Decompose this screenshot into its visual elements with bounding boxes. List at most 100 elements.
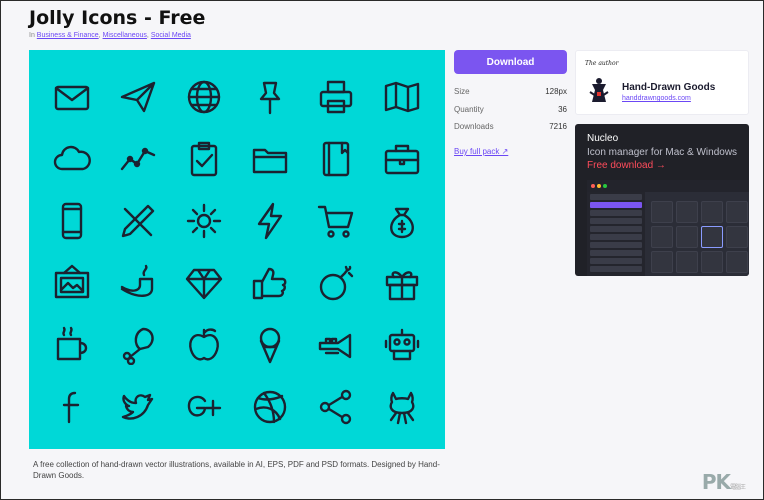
twitter-icon: [121, 393, 154, 420]
dribbble-icon: [253, 390, 287, 424]
watermark: PK電腦王: [701, 470, 746, 494]
category-link-social[interactable]: Social Media: [151, 32, 191, 39]
icon-cell: [303, 314, 369, 376]
money-bag-icon: [390, 207, 414, 239]
briefcase-icon: [384, 144, 420, 175]
tobacco-pipe-icon: [120, 264, 154, 297]
icon-cell: [39, 376, 105, 438]
icon-cell: [171, 66, 237, 128]
icon-cell: [369, 190, 435, 252]
robot-icon: [384, 328, 420, 361]
folder-icon: [252, 148, 288, 174]
picture-frame-icon: [54, 264, 90, 299]
icon-cell: [237, 66, 303, 128]
icon-cell: [39, 190, 105, 252]
author-site-link[interactable]: handdrawngoods.com: [622, 95, 691, 102]
icon-pack-preview: [29, 50, 445, 449]
buy-full-pack-link[interactable]: Buy full pack ↗: [454, 147, 508, 156]
icon-cell: [105, 128, 171, 190]
apple-icon: [189, 328, 219, 361]
icon-cell: [39, 314, 105, 376]
stat-label: Size: [454, 87, 470, 96]
ad-window-tiles: [651, 201, 748, 273]
ad-cta-link[interactable]: Free download →: [587, 160, 666, 171]
icon-cell: [105, 376, 171, 438]
github-octocat-icon: [389, 391, 415, 425]
author-name[interactable]: Hand-Drawn Goods: [622, 82, 715, 93]
icon-cell: [171, 252, 237, 314]
ice-cream-icon: [259, 327, 281, 364]
icon-cell: [171, 314, 237, 376]
stat-value: 36: [558, 104, 567, 114]
facebook-icon: [62, 391, 80, 424]
icon-cell: [303, 66, 369, 128]
diamond-icon: [185, 268, 223, 300]
download-button[interactable]: Download: [454, 50, 567, 74]
ad-window-sidebar: [587, 192, 645, 276]
coffee-mug-icon: [56, 326, 88, 361]
ad-app-screenshot: [587, 180, 749, 276]
pack-stats: Size 128px Quantity 36 Downloads 7216: [454, 87, 567, 140]
thumbs-up-icon: [252, 267, 287, 300]
stat-value: 7216: [549, 122, 567, 131]
globe-icon: [187, 80, 221, 114]
author-caption: The author: [585, 60, 619, 67]
stat-quantity: Quantity 36: [454, 105, 567, 123]
icon-cell: [237, 376, 303, 438]
category-link-misc[interactable]: Miscellaneous: [103, 32, 147, 39]
ad-tagline: Icon manager for Mac & Windows: [587, 147, 738, 158]
category-prefix: In: [29, 32, 35, 39]
nucleo-ad[interactable]: Nucleo Icon manager for Mac & Windows Fr…: [575, 124, 749, 276]
icon-cell: [369, 252, 435, 314]
icon-cell: [303, 376, 369, 438]
category-link-business[interactable]: Business & Finance: [37, 32, 99, 39]
stat-downloads: Downloads 7216: [454, 122, 567, 140]
gift-icon: [385, 271, 419, 301]
icon-cell: [369, 376, 435, 438]
icon-cell: [369, 314, 435, 376]
ad-window-bar: [587, 180, 749, 192]
icon-cell: [39, 128, 105, 190]
stat-label: Quantity: [454, 104, 484, 114]
icon-grid: [39, 66, 435, 438]
shopping-cart-icon: [317, 205, 354, 238]
author-logo-icon[interactable]: [586, 76, 612, 104]
page-title: Jolly Icons - Free: [29, 7, 206, 29]
cloud-icon: [53, 145, 91, 171]
icon-cell: [171, 190, 237, 252]
trumpet-icon: [318, 333, 352, 359]
icon-cell: [237, 190, 303, 252]
icon-cell: [39, 66, 105, 128]
icon-cell: [303, 128, 369, 190]
icon-cell: [39, 252, 105, 314]
gear-icon: [186, 203, 222, 239]
icon-cell: [105, 314, 171, 376]
pushpin-icon: [259, 81, 281, 115]
icon-cell: [369, 66, 435, 128]
icon-cell: [303, 190, 369, 252]
chicken-leg-icon: [122, 327, 154, 365]
bomb-icon: [319, 265, 354, 301]
stat-size: Size 128px: [454, 87, 567, 105]
icon-cell: [303, 252, 369, 314]
category-links: In Business & Finance, Miscellaneous, So…: [29, 32, 191, 39]
smartphone-icon: [61, 202, 83, 240]
envelope-icon: [54, 85, 90, 111]
share-icon: [319, 389, 352, 425]
lightning-icon: [257, 202, 283, 240]
ad-headline: Nucleo: [587, 133, 619, 144]
pack-description: A free collection of hand-drawn vector i…: [33, 460, 440, 480]
clipboard-check-icon: [190, 141, 218, 177]
tools-icon: [121, 204, 155, 238]
line-graph-icon: [120, 147, 156, 171]
icon-cell: [171, 128, 237, 190]
icon-cell: [237, 314, 303, 376]
icon-cell: [105, 66, 171, 128]
author-card: The author Hand-Drawn Goods handdrawngoo…: [575, 50, 749, 115]
stat-value: 128px: [545, 87, 567, 96]
icon-cell: [369, 128, 435, 190]
icon-cell: [237, 252, 303, 314]
printer-icon: [319, 80, 353, 114]
stat-label: Downloads: [454, 122, 494, 131]
google-plus-icon: [187, 395, 222, 417]
